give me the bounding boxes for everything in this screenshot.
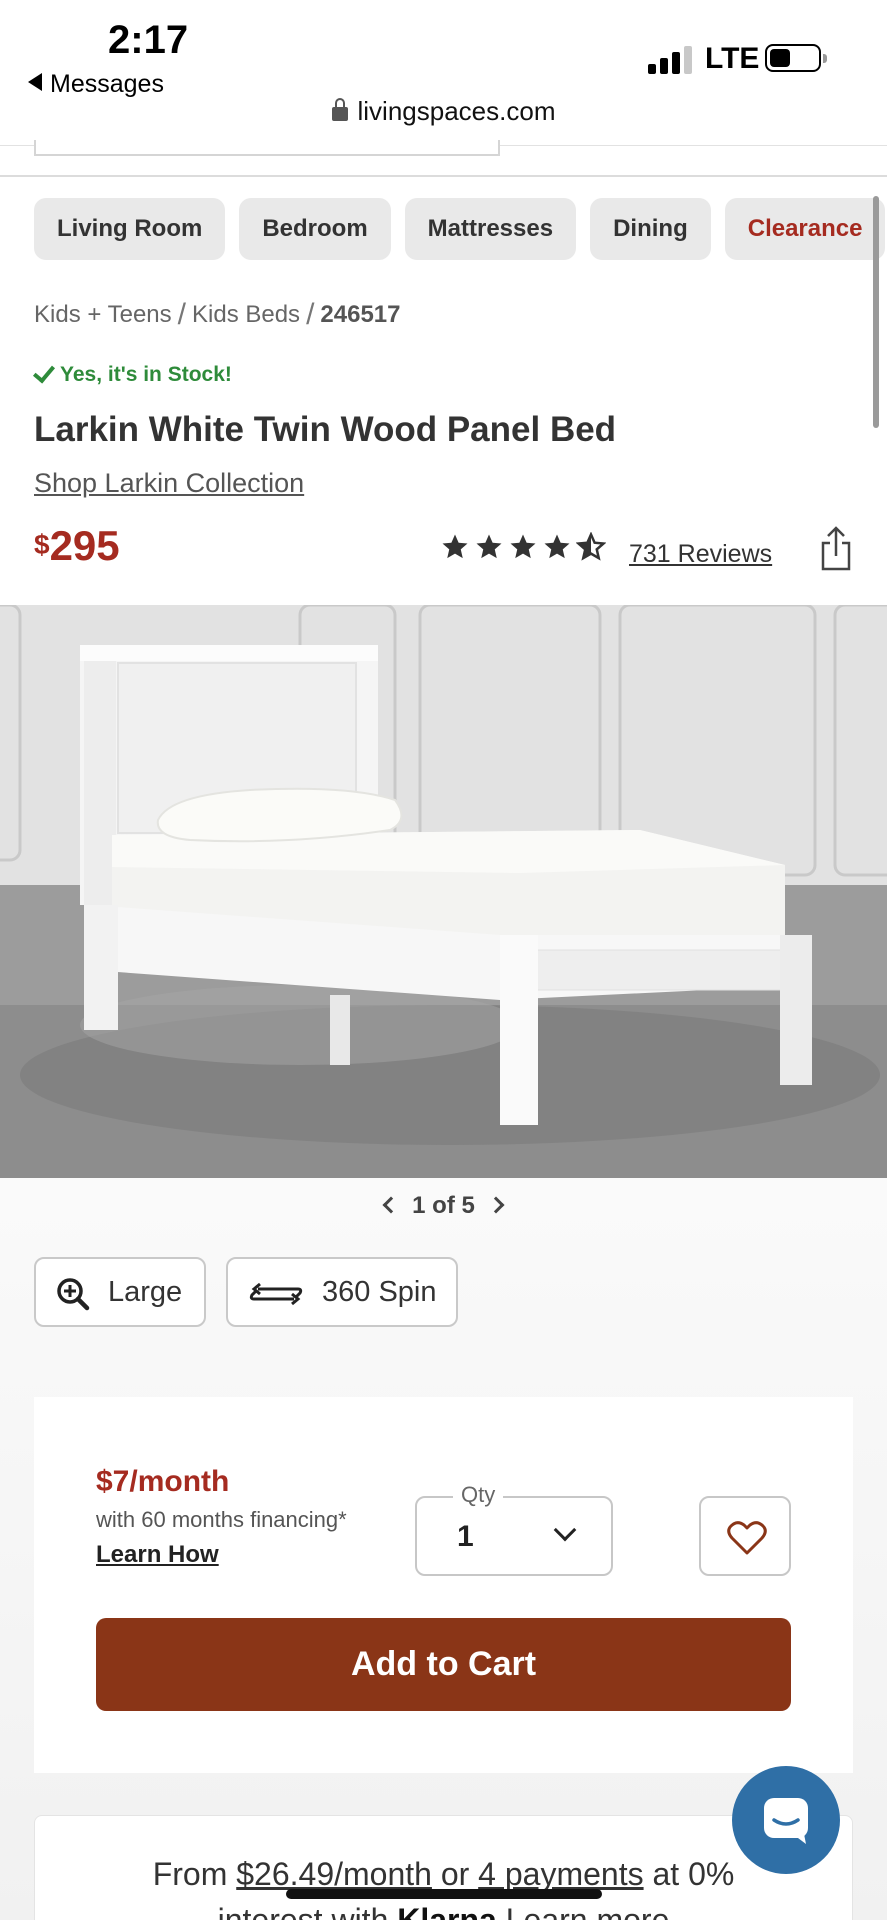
qty-label: Qty <box>453 1482 504 1508</box>
spin-360-button[interactable]: 360 Spin <box>226 1257 458 1327</box>
image-pager: 1 of 5 <box>0 1192 887 1220</box>
rotate-icon <box>249 1282 303 1306</box>
view-large-button[interactable]: Large <box>34 1257 206 1327</box>
large-label: Large <box>108 1276 183 1308</box>
klarna-prefix: From <box>152 1856 237 1892</box>
star-icon <box>510 534 536 559</box>
scrollbar[interactable] <box>873 196 879 428</box>
category-living-room[interactable]: Living Room <box>34 198 226 260</box>
breadcrumb-current: 246517 <box>320 301 401 328</box>
finance-amount: $7/month <box>96 1465 230 1498</box>
breadcrumb-separator: / <box>177 298 186 331</box>
star-icon <box>442 534 468 559</box>
spin-label: 360 Spin <box>322 1276 437 1308</box>
search-input[interactable] <box>34 140 500 156</box>
category-clearance[interactable]: Clearance <box>724 198 886 260</box>
url-text: livingspaces.com <box>357 96 556 126</box>
stock-status: Yes, it's in Stock! <box>32 360 232 387</box>
zoom-icon <box>57 1278 90 1311</box>
lock-icon <box>331 98 348 121</box>
klarna-payments: 4 payments <box>478 1856 644 1892</box>
purchase-card: $7/month with 60 months financing* Learn… <box>34 1397 853 1773</box>
heart-icon <box>727 1521 767 1555</box>
category-bedroom[interactable]: Bedroom <box>239 198 391 260</box>
check-icon <box>32 360 56 384</box>
url-bar[interactable]: livingspaces.com <box>0 96 887 127</box>
klarna-line2-prefix: interest with <box>217 1902 398 1920</box>
chat-button[interactable] <box>732 1766 840 1874</box>
half-star-icon <box>576 532 606 561</box>
product-price: $295 <box>34 522 120 570</box>
chevron-left-icon[interactable] <box>382 1196 400 1214</box>
quantity-select[interactable]: Qty 1 <box>415 1482 613 1576</box>
status-bar: 2:17 Messages LTE livingspaces.com <box>0 0 887 150</box>
category-mattresses[interactable]: Mattresses <box>404 198 577 260</box>
klarna-mid: or <box>431 1856 479 1892</box>
chevron-down-icon <box>553 1518 577 1542</box>
pager-text: 1 of 5 <box>412 1192 475 1219</box>
stock-text: Yes, it's in Stock! <box>60 363 232 386</box>
qty-value: 1 <box>457 1520 474 1553</box>
klarna-suffix: at 0% <box>643 1856 735 1892</box>
home-indicator[interactable] <box>286 1889 602 1899</box>
status-time: 2:17 <box>108 18 189 62</box>
klarna-learn-more[interactable]: Learn more <box>506 1902 670 1920</box>
price-currency: $ <box>34 529 50 560</box>
product-image[interactable] <box>0 605 887 1178</box>
learn-how-link[interactable]: Learn How <box>96 1541 219 1569</box>
breadcrumb-kids-teens[interactable]: Kids + Teens <box>34 301 172 328</box>
add-to-cart-button[interactable]: Add to Cart <box>96 1618 791 1711</box>
klarna-brand: Klarna <box>397 1902 497 1920</box>
chevron-right-icon[interactable] <box>487 1196 505 1214</box>
divider <box>0 175 887 177</box>
reviews-link[interactable]: 731 Reviews <box>629 540 772 569</box>
signal-icon <box>648 46 692 74</box>
klarna-amount: $26.49/month <box>236 1856 432 1892</box>
breadcrumb: Kids + Teens / Kids Beds/246517 <box>34 298 401 332</box>
share-icon[interactable] <box>818 526 854 572</box>
star-icon <box>476 534 502 559</box>
back-to-messages[interactable]: Messages <box>28 70 164 99</box>
category-nav: Living Room Bedroom Mattresses Dining Cleara… <box>34 198 887 260</box>
price-amount: 295 <box>49 522 120 569</box>
back-arrow-icon <box>28 73 42 91</box>
category-dining[interactable]: Dining <box>590 198 711 260</box>
collection-link[interactable]: Shop Larkin Collection <box>34 468 304 499</box>
back-app-label: Messages <box>50 70 164 98</box>
breadcrumb-separator: / <box>306 298 315 331</box>
finance-text: with 60 months financing* <box>96 1507 347 1532</box>
network-label: LTE <box>705 42 760 75</box>
product-photo <box>0 605 887 1178</box>
battery-icon <box>765 44 827 72</box>
star-icon <box>544 534 570 559</box>
chat-icon <box>764 1798 808 1844</box>
product-title: Larkin White Twin Wood Panel Bed <box>34 410 617 449</box>
wishlist-button[interactable] <box>699 1496 791 1576</box>
breadcrumb-kids-beds[interactable]: Kids Beds <box>192 301 300 328</box>
